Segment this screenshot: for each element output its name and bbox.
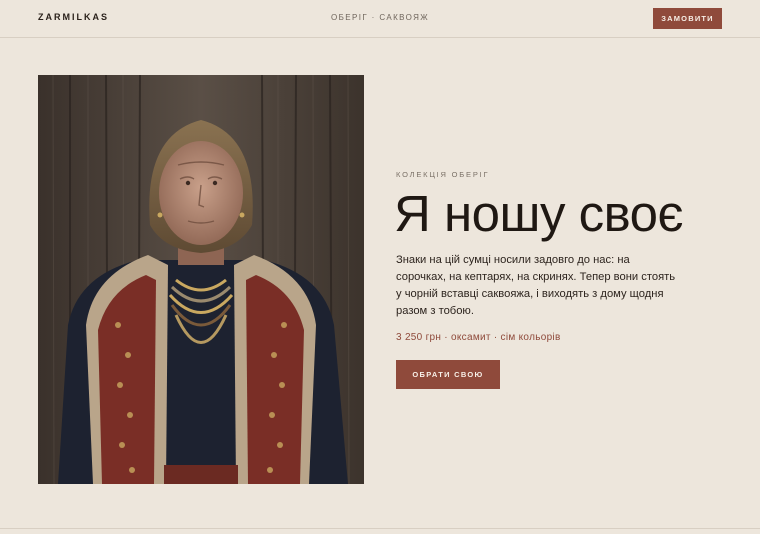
price-material-meta: 3 250 грн · оксамит · сім кольорів [396,332,561,343]
site-header: ZARMILKAS ОБЕРІГ · САКВОЯЖ ЗАМОВИТИ [0,0,760,38]
choose-yours-button[interactable]: ОБРАТИ СВОЮ [396,360,500,389]
collection-eyebrow: КОЛЕКЦІЯ ОБЕРІГ [396,170,490,179]
portrait-photo [38,75,364,484]
hero-portrait-image [38,75,364,484]
section-divider [0,528,760,529]
hero-description: Знаки на цій сумці носили задовго до нас… [396,254,676,317]
landing-page: ZARMILKAS ОБЕРІГ · САКВОЯЖ ЗАМОВИТИ КОЛЕ… [0,0,760,534]
collection-nav-label: ОБЕРІГ · САКВОЯЖ [330,13,430,22]
page-title: Я ношу своє [394,185,684,242]
order-button[interactable]: ЗАМОВИТИ [653,8,722,29]
